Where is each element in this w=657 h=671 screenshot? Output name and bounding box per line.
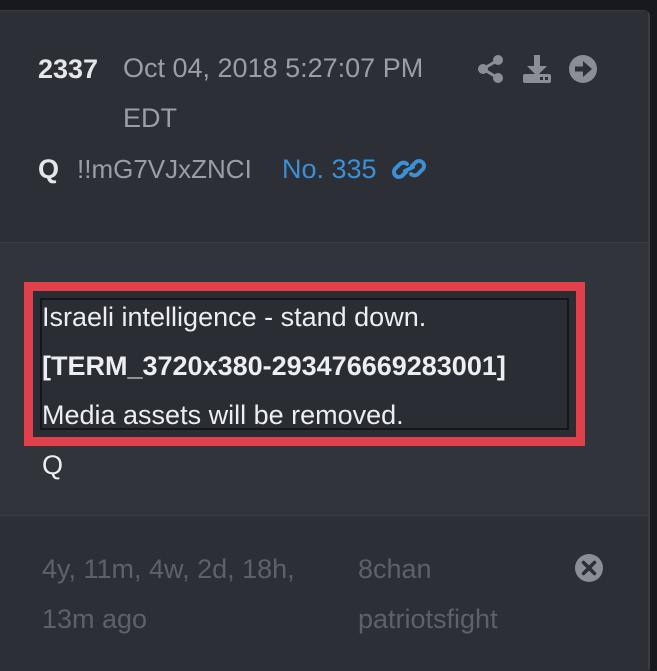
- post-age: 4y, 11m, 4w, 2d, 18h, 13m ago: [42, 554, 295, 634]
- arrow-right-circle-icon[interactable]: [568, 54, 598, 84]
- share-icon[interactable]: [476, 54, 506, 84]
- close-circle-icon[interactable]: [574, 553, 604, 583]
- message-line-3: Media assets will be removed.: [42, 400, 404, 430]
- message-signature: Q: [42, 450, 64, 480]
- post-date: Oct 04, 2018 5:27:07 PM EDT: [123, 53, 424, 133]
- message-line-1: Israeli intelligence - stand down.: [42, 302, 427, 332]
- post-number: 2337: [38, 54, 99, 84]
- message-line-2: [TERM_3720x380-293476669283001]: [42, 351, 506, 381]
- author-name: Q: [38, 154, 60, 184]
- tripcode: !!mG7VJxZNCI: [77, 154, 252, 184]
- link-icon[interactable]: [392, 154, 426, 184]
- download-icon[interactable]: [522, 54, 552, 84]
- board-name: 8chan: [358, 554, 432, 584]
- board-subname: patriotsfight: [358, 604, 498, 634]
- post-link[interactable]: No. 335: [282, 154, 377, 185]
